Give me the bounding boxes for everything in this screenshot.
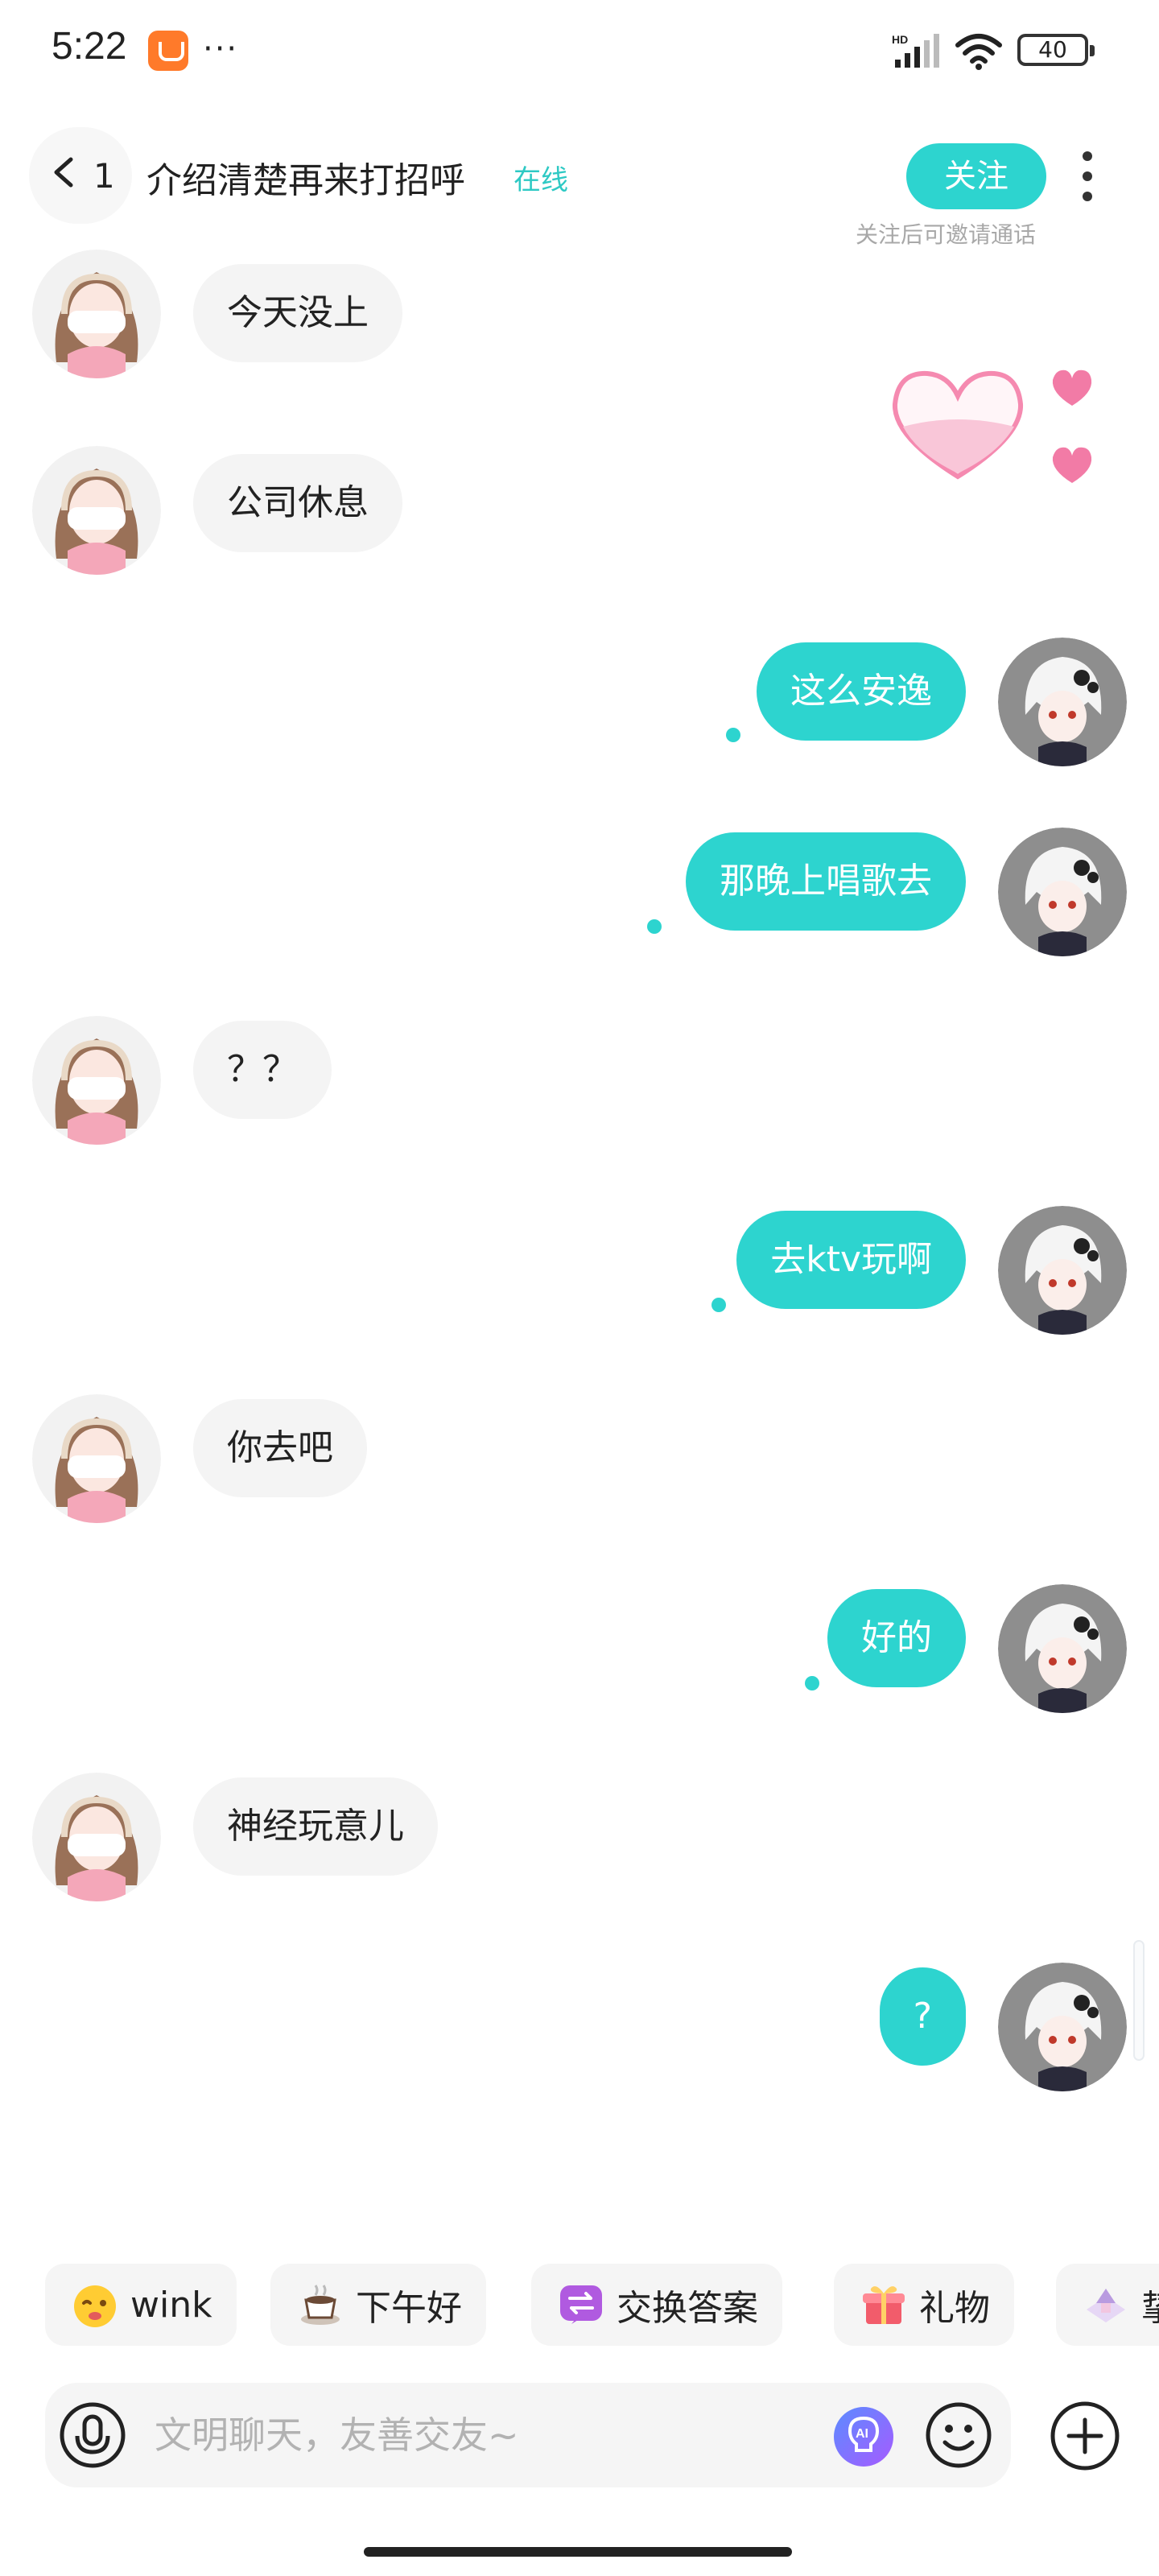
gift-icon xyxy=(863,2286,905,2324)
incoming-message-bubble[interactable]: 你去吧 xyxy=(193,1399,367,1497)
quick-reply-more[interactable]: 挚 xyxy=(1056,2264,1159,2346)
chip-label: 下午好 xyxy=(356,2288,462,2329)
home-indicator[interactable] xyxy=(364,2547,792,2557)
bubble-tail-dot xyxy=(711,1298,726,1312)
my-avatar[interactable] xyxy=(998,638,1127,766)
my-avatar[interactable] xyxy=(998,1206,1127,1335)
ai-assistant-icon[interactable]: AI xyxy=(832,2405,895,2468)
message-composer: AI xyxy=(45,2383,1011,2487)
chip-label: 挚 xyxy=(1141,2279,1159,2330)
quick-reply-gift[interactable]: 礼物 xyxy=(834,2264,1014,2346)
svg-text:AI: AI xyxy=(856,2427,868,2441)
incoming-message-bubble[interactable]: 今天没上 xyxy=(193,264,402,362)
pink-heart-sticker[interactable] xyxy=(885,364,1111,493)
coffee-cup-icon xyxy=(301,2285,340,2325)
emoji-icon[interactable] xyxy=(924,2401,993,2470)
wink-emoji-icon xyxy=(74,2285,116,2327)
outgoing-message-bubble[interactable]: 好的 xyxy=(827,1589,966,1687)
chip-label: 交换答案 xyxy=(617,2288,758,2329)
message-input[interactable] xyxy=(155,2383,847,2487)
my-avatar[interactable] xyxy=(998,1584,1127,1713)
bubble-tail-dot xyxy=(805,1676,819,1690)
outgoing-message-bubble[interactable]: ? xyxy=(879,1967,966,2066)
chat-scrollbar[interactable] xyxy=(1133,1940,1145,2061)
house-icon xyxy=(1087,2289,1125,2322)
outgoing-message-bubble[interactable]: 那晚上唱歌去 xyxy=(686,832,966,931)
bubble-tail-dot xyxy=(726,728,740,742)
quick-reply-afternoon[interactable]: 下午好 xyxy=(270,2264,486,2346)
quick-reply-bar: wink 下午好 交换答案 礼物 挚 xyxy=(0,2264,1159,2347)
incoming-message-bubble[interactable]: 公司休息 xyxy=(193,454,402,552)
incoming-message-bubble[interactable]: ？？ xyxy=(193,1021,332,1119)
quick-reply-exchange-answers[interactable]: 交换答案 xyxy=(531,2264,782,2346)
outgoing-message-bubble[interactable]: 这么安逸 xyxy=(757,642,966,741)
message-list[interactable]: 今天没上 公司休息 这么安逸 那晚上唱歌去 ？？ 去ktv玩啊 你去吧 好的 神… xyxy=(0,0,1159,2238)
contact-avatar[interactable] xyxy=(32,250,161,378)
my-avatar[interactable] xyxy=(998,828,1127,956)
contact-avatar[interactable] xyxy=(32,446,161,575)
chip-label: 礼物 xyxy=(919,2288,990,2329)
contact-avatar[interactable] xyxy=(32,1773,161,1901)
bubble-tail-dot xyxy=(647,919,662,934)
chip-label: wink xyxy=(130,2284,212,2326)
contact-avatar[interactable] xyxy=(32,1016,161,1145)
quick-reply-wink[interactable]: wink xyxy=(45,2264,237,2346)
contact-avatar[interactable] xyxy=(32,1394,161,1523)
add-attachment-icon[interactable] xyxy=(1048,2399,1122,2473)
outgoing-message-bubble[interactable]: 去ktv玩啊 xyxy=(736,1211,966,1309)
incoming-message-bubble[interactable]: 神经玩意儿 xyxy=(193,1777,438,1876)
my-avatar[interactable] xyxy=(998,1963,1127,2091)
exchange-icon xyxy=(560,2285,602,2324)
voice-input-icon[interactable] xyxy=(58,2401,127,2470)
